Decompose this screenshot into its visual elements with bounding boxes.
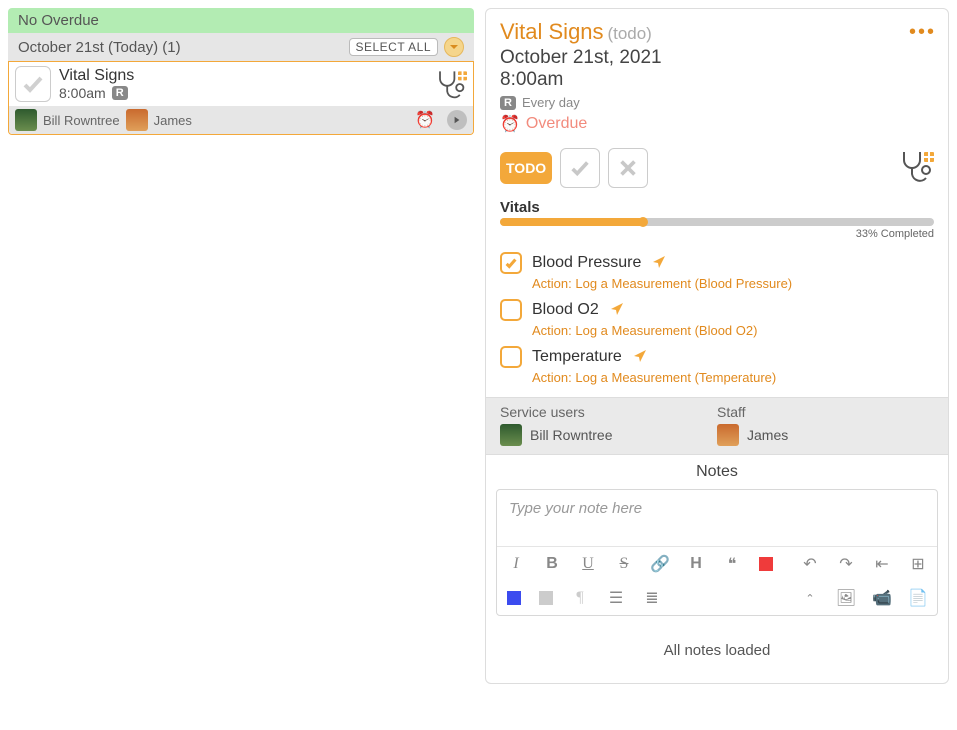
task-card[interactable]: Vital Signs 8:00am R — [8, 61, 474, 135]
staff-name: James — [747, 427, 788, 443]
heading-button[interactable]: H — [687, 555, 705, 573]
redo-button[interactable]: ↷ — [837, 555, 855, 573]
paragraph-button[interactable]: ¶ — [571, 589, 589, 607]
bold-button[interactable]: B — [543, 555, 561, 573]
complete-button[interactable] — [560, 148, 600, 188]
people-bar: Service users Bill Rowntree Staff James — [486, 397, 948, 455]
quote-button[interactable]: ❝ — [723, 555, 741, 573]
table-button[interactable]: ⊞ — [909, 555, 927, 573]
collapse-button[interactable]: ⌃ — [801, 589, 819, 607]
task-list-panel: No Overdue October 21st (Today) (1) SELE… — [8, 8, 474, 135]
staff-name: James — [154, 113, 192, 128]
vital-name: Blood O2 — [532, 301, 599, 319]
color-grey-button[interactable] — [539, 591, 553, 605]
alarm-icon: ⏰ — [500, 114, 520, 134]
progress-label: 33% Completed — [486, 226, 948, 248]
section-dropdown-button[interactable] — [444, 37, 464, 57]
select-all-button[interactable]: SELECT ALL — [349, 38, 439, 56]
undo-button[interactable]: ↶ — [801, 555, 819, 573]
stethoscope-icon — [894, 146, 934, 189]
file-button[interactable]: 📄 — [909, 589, 927, 607]
detail-date: October 21st, 2021 — [500, 47, 934, 69]
task-detail-panel: ••• Vital Signs (todo) October 21st, 202… — [485, 8, 949, 684]
underline-button[interactable]: U — [579, 555, 597, 573]
vital-item: Blood O2 Action: Log a Measurement (Bloo… — [486, 295, 948, 342]
vitals-section-label: Vitals — [486, 199, 948, 218]
date-label: October 21st (Today) (1) — [18, 39, 181, 56]
detail-time: 8:00am — [500, 69, 934, 91]
color-red-button[interactable] — [759, 557, 773, 571]
notes-input[interactable]: Type your note here — [497, 490, 937, 546]
vital-name: Temperature — [532, 348, 622, 366]
recurrence-text: Every day — [522, 95, 580, 110]
detail-title: Vital Signs — [500, 19, 604, 44]
avatar — [717, 424, 739, 446]
strikethrough-button[interactable]: S — [615, 555, 633, 573]
cancel-button[interactable] — [608, 148, 648, 188]
more-menu-button[interactable]: ••• — [909, 21, 936, 44]
date-section[interactable]: October 21st (Today) (1) SELECT ALL — [8, 33, 474, 61]
todo-button[interactable]: TODO — [500, 152, 552, 184]
task-time: 8:00am — [59, 85, 106, 101]
recurring-badge: R — [112, 86, 128, 100]
alarm-icon: ⏰ — [415, 110, 435, 130]
ordered-list-button[interactable]: ≣ — [643, 589, 661, 607]
vital-checkbox[interactable] — [500, 252, 522, 274]
vital-name: Blood Pressure — [532, 254, 641, 272]
vital-action-link[interactable]: Action: Log a Measurement (Blood O2) — [532, 323, 934, 338]
location-arrow-icon[interactable] — [632, 348, 648, 367]
avatar — [126, 109, 148, 131]
vital-action-link[interactable]: Action: Log a Measurement (Blood Pressur… — [532, 276, 934, 291]
link-button[interactable]: 🔗 — [651, 555, 669, 573]
notes-editor: Type your note here I B U S 🔗 H ❝ ↶ ↷ ⇤ … — [496, 489, 938, 616]
avatar — [15, 109, 37, 131]
location-arrow-icon[interactable] — [651, 254, 667, 273]
editor-toolbar: I B U S 🔗 H ❝ ↶ ↷ ⇤ ⊞ ¶ ☰ ≣ ⌃ 🖼 📹 📄 — [497, 546, 937, 615]
task-complete-checkbox[interactable] — [15, 66, 51, 102]
service-users-heading: Service users — [500, 404, 717, 420]
avatar — [500, 424, 522, 446]
service-user-name: Bill Rowntree — [530, 427, 612, 443]
recurring-badge: R — [500, 96, 516, 110]
vital-checkbox[interactable] — [500, 346, 522, 368]
outdent-button[interactable]: ⇤ — [873, 555, 891, 573]
expand-button[interactable] — [447, 110, 467, 130]
overdue-label: Overdue — [526, 115, 587, 133]
vital-item: Temperature Action: Log a Measurement (T… — [486, 342, 948, 389]
notes-loaded-message: All notes loaded — [486, 624, 948, 683]
progress-bar — [500, 218, 934, 226]
italic-button[interactable]: I — [507, 555, 525, 573]
overdue-section[interactable]: No Overdue — [8, 8, 474, 33]
detail-status: (todo) — [607, 24, 651, 43]
overdue-label: No Overdue — [18, 12, 99, 29]
task-title: Vital Signs — [59, 67, 134, 85]
notes-heading: Notes — [486, 455, 948, 489]
stethoscope-icon — [431, 66, 467, 102]
video-button[interactable]: 📹 — [873, 589, 891, 607]
color-blue-button[interactable] — [507, 591, 521, 605]
vital-item: Blood Pressure Action: Log a Measurement… — [486, 248, 948, 295]
vital-action-link[interactable]: Action: Log a Measurement (Temperature) — [532, 370, 934, 385]
vital-checkbox[interactable] — [500, 299, 522, 321]
location-arrow-icon[interactable] — [609, 301, 625, 320]
service-user-name: Bill Rowntree — [43, 113, 120, 128]
image-button[interactable]: 🖼 — [837, 589, 855, 607]
staff-heading: Staff — [717, 404, 934, 420]
unordered-list-button[interactable]: ☰ — [607, 589, 625, 607]
